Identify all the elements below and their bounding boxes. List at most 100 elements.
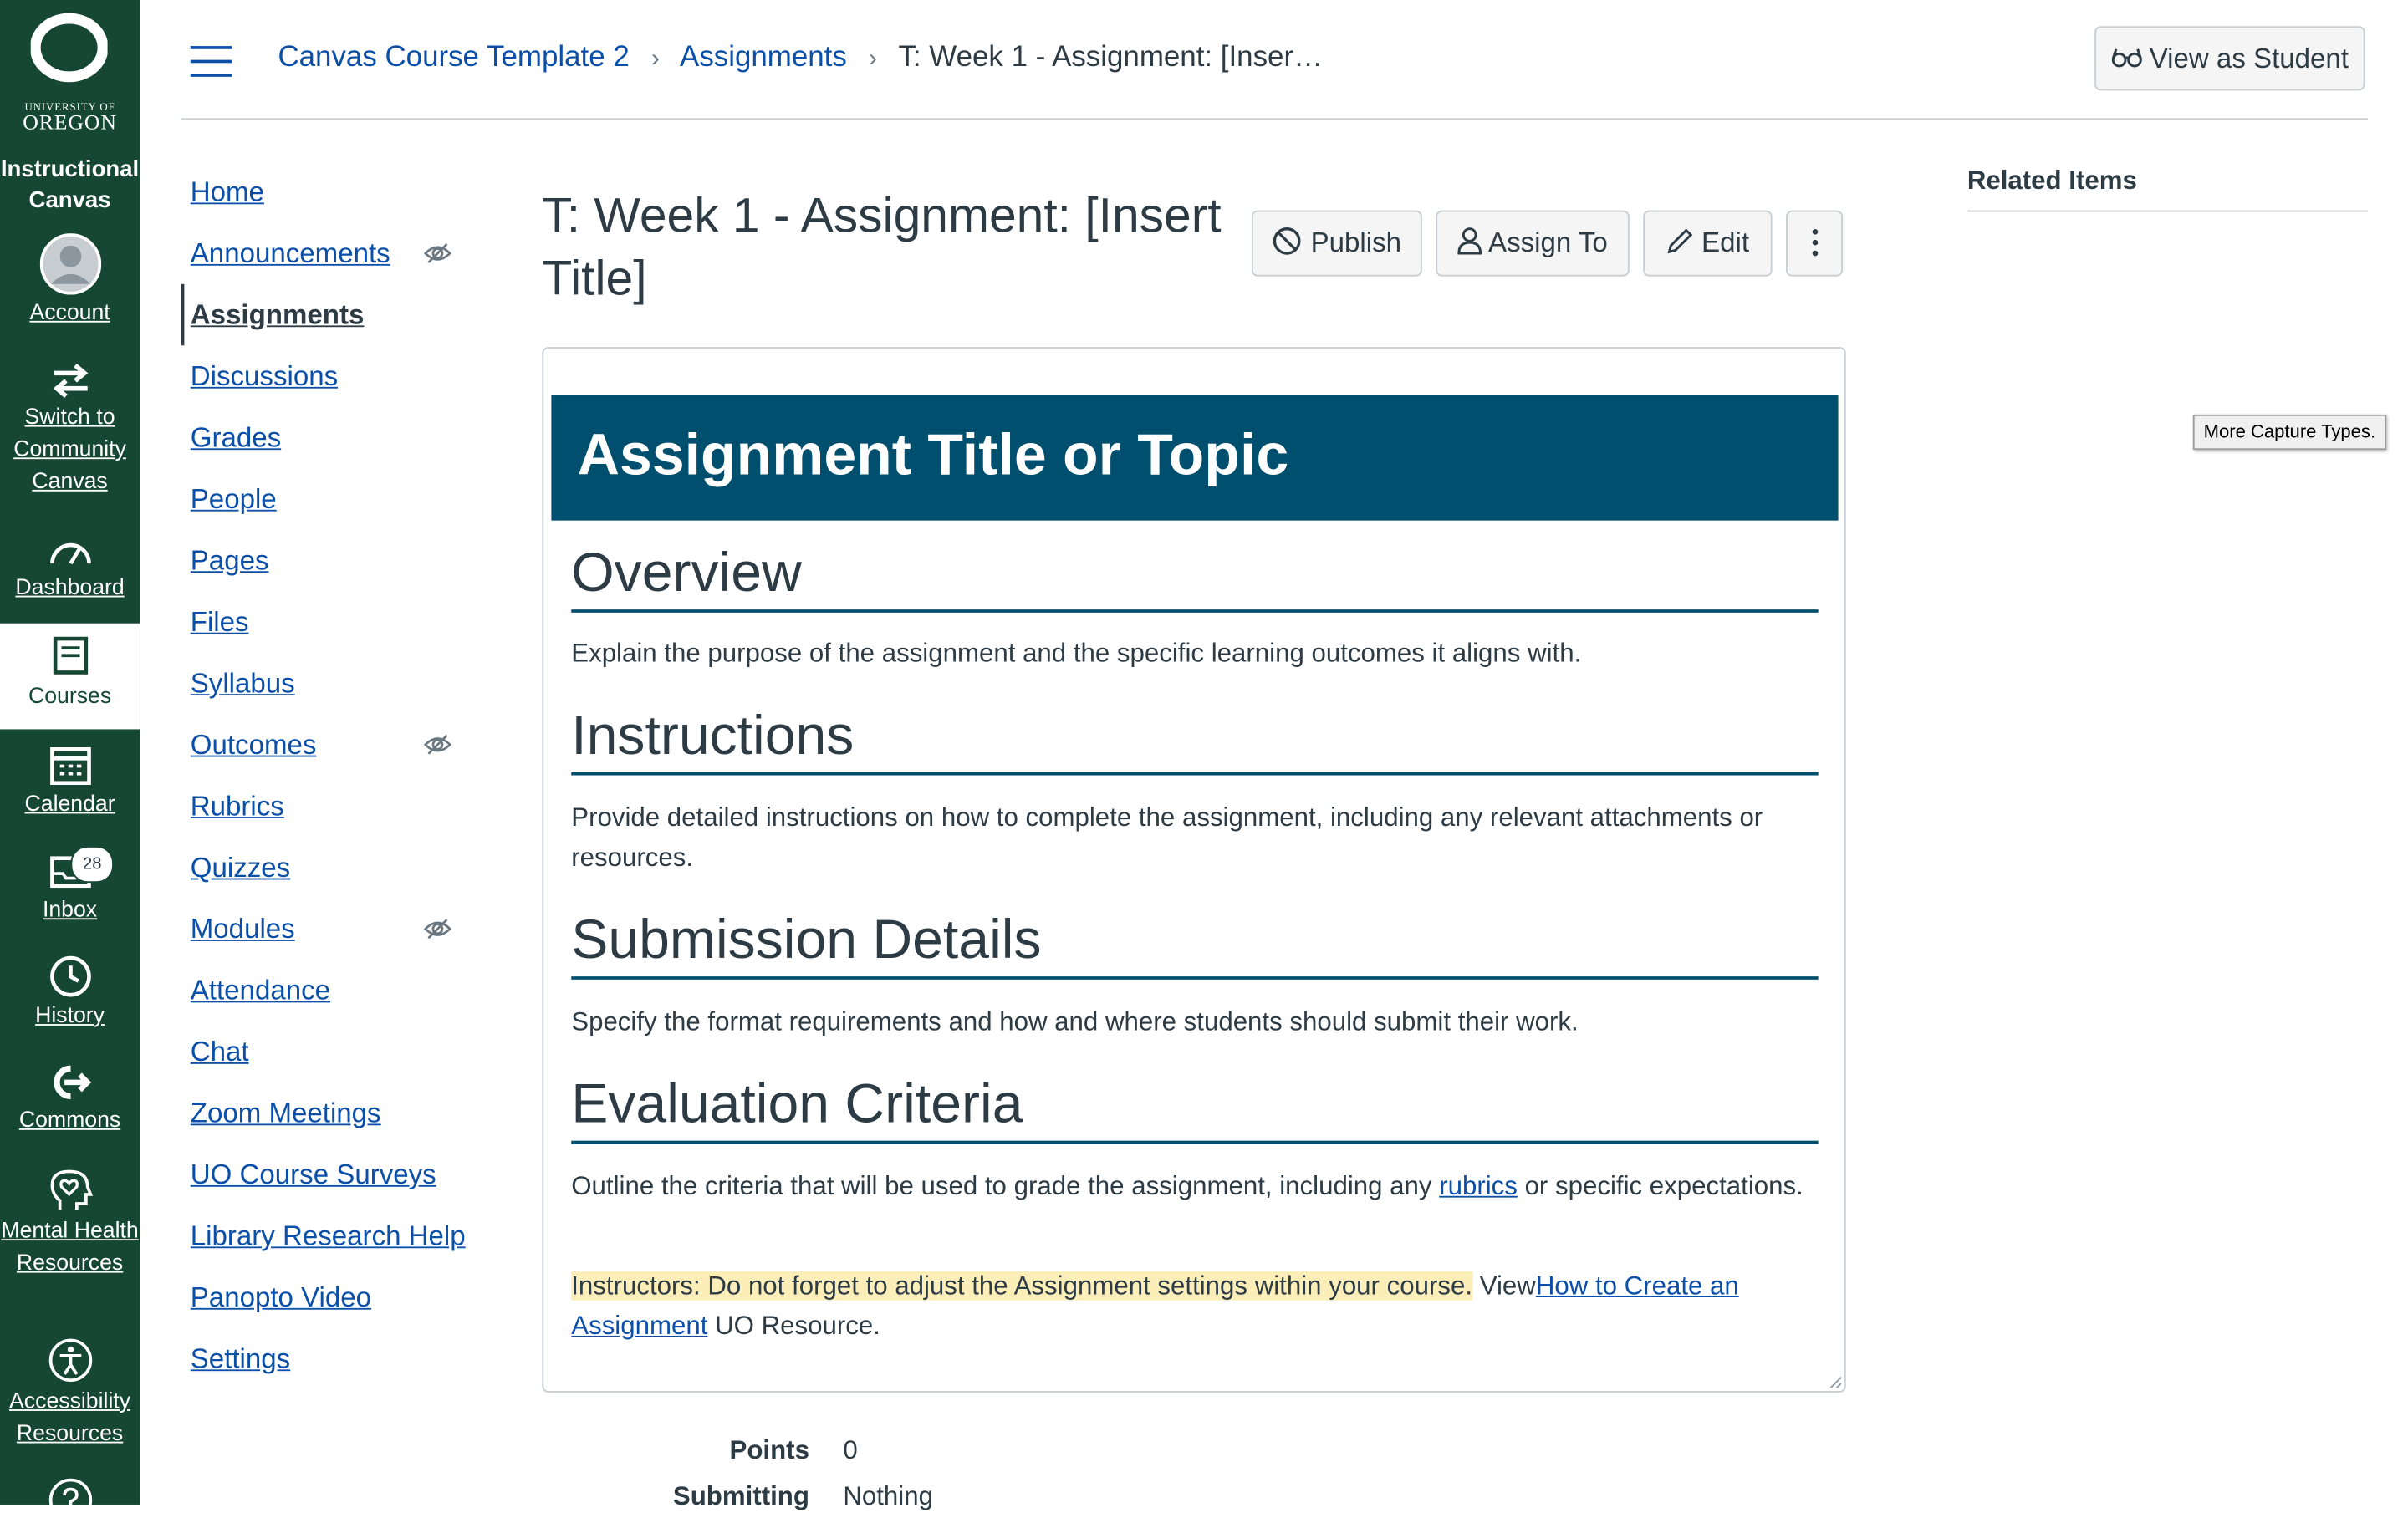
course-nav-link[interactable]: Panopto Video — [191, 1282, 371, 1313]
evaluation-text: Outline the criteria that will be used t… — [571, 1167, 1818, 1207]
evaluation-text-part1: Outline the criteria that will be used t… — [571, 1171, 1440, 1201]
avatar-icon — [38, 233, 101, 295]
course-nav-link[interactable]: Rubrics — [191, 791, 284, 822]
course-nav-item[interactable]: Panopto Video — [181, 1266, 488, 1327]
instructions-text: Provide detailed instructions on how to … — [571, 802, 1763, 873]
course-nav-link[interactable]: Attendance — [191, 975, 330, 1006]
global-nav-courses[interactable]: Courses — [0, 623, 140, 730]
global-nav-label: Calendar — [24, 792, 115, 818]
course-nav-link[interactable]: Pages — [191, 545, 269, 576]
global-nav-label: Dashboard — [15, 575, 125, 601]
course-menu-toggle[interactable] — [190, 46, 232, 77]
pencil-icon — [1667, 228, 1693, 254]
breadcrumb-current: T: Week 1 - Assignment: [Inser… — [898, 41, 1323, 74]
course-nav-item[interactable]: Library Research Help — [181, 1205, 488, 1266]
uo-logo[interactable]: UNIVERSITY OF OREGON — [0, 0, 140, 145]
note-view: View — [1472, 1271, 1536, 1301]
course-nav-link[interactable]: Home — [191, 176, 264, 207]
global-nav-switch[interactable]: Switch to Community Canvas — [0, 362, 140, 498]
inbox-badge: 28 — [70, 846, 114, 884]
course-nav-link[interactable]: Grades — [191, 422, 281, 453]
hidden-eye-icon — [423, 243, 452, 264]
global-nav-inbox[interactable]: 28 Inbox — [0, 846, 140, 928]
view-as-student-button[interactable]: View as Student — [2094, 26, 2365, 91]
overview-heading: Overview — [571, 539, 1819, 613]
course-nav-item[interactable]: Assignments — [181, 283, 488, 346]
course-nav-item[interactable]: Modules — [181, 898, 488, 959]
course-nav-link[interactable]: Zoom Meetings — [191, 1098, 381, 1128]
course-nav-item[interactable]: Home — [181, 161, 488, 222]
course-nav-item[interactable]: Syllabus — [181, 653, 488, 714]
evaluation-text-part2: or specific expectations. — [1517, 1171, 1803, 1201]
publish-button[interactable]: Publish — [1251, 210, 1422, 277]
course-nav-link[interactable]: Library Research Help — [191, 1220, 466, 1251]
course-nav-link[interactable]: Announcements — [191, 238, 390, 269]
assign-to-button[interactable]: Assign To — [1436, 210, 1630, 277]
course-nav-item[interactable]: Grades — [181, 407, 488, 468]
highlighted-note: Instructors: Do not forget to adjust the… — [571, 1271, 1473, 1301]
course-nav-item[interactable]: Chat — [181, 1021, 488, 1082]
resize-handle-icon[interactable] — [1829, 1376, 1842, 1388]
course-nav-item[interactable]: Zoom Meetings — [181, 1082, 488, 1144]
course-nav-link[interactable]: Discussions — [191, 361, 338, 392]
course-nav-item[interactable]: Attendance — [181, 960, 488, 1021]
course-nav-item[interactable]: Quizzes — [181, 837, 488, 898]
glasses-icon — [2111, 48, 2142, 68]
course-nav-item[interactable]: People — [181, 468, 488, 529]
more-options-button[interactable] — [1786, 210, 1844, 277]
course-nav-item[interactable]: Pages — [181, 530, 488, 591]
course-nav-item[interactable]: Discussions — [181, 345, 488, 406]
course-nav-link[interactable]: Modules — [191, 914, 295, 945]
global-nav-label: Account — [29, 300, 110, 326]
course-nav-link[interactable]: Quizzes — [191, 852, 290, 883]
course-nav-link[interactable]: Outcomes — [191, 729, 317, 760]
course-nav-link[interactable]: Assignments — [191, 299, 365, 330]
global-nav-mental-health[interactable]: Mental Health Resources — [0, 1167, 140, 1281]
global-nav-dashboard[interactable]: Dashboard — [0, 532, 140, 604]
course-nav-link[interactable]: Files — [191, 606, 249, 637]
dashboard-gauge-icon — [49, 542, 90, 565]
edit-button[interactable]: Edit — [1643, 210, 1773, 277]
course-nav-link[interactable]: People — [191, 484, 277, 515]
course-nav-item[interactable]: Files — [181, 591, 488, 652]
global-nav-commons[interactable]: Commons — [0, 1062, 140, 1138]
instance-label: Instructional Canvas — [0, 156, 140, 214]
global-nav-history[interactable]: History — [0, 955, 140, 1033]
related-items-heading: Related Items — [1967, 166, 2369, 212]
assignment-banner: Assignment Title or Topic — [551, 395, 1839, 521]
global-nav-label: Accessibility Resources — [9, 1389, 131, 1447]
heart-head-icon — [49, 1169, 93, 1210]
points-label: Points — [729, 1435, 809, 1465]
course-nav-item[interactable]: UO Course Surveys — [181, 1144, 488, 1205]
course-nav-link[interactable]: Chat — [191, 1037, 249, 1067]
global-nav-accessibility[interactable]: Accessibility Resources — [0, 1337, 140, 1451]
global-nav-label: Switch to Community Canvas — [13, 405, 126, 495]
evaluation-heading: Evaluation Criteria — [571, 1070, 1819, 1144]
o-logo-icon — [30, 13, 108, 83]
rubrics-link[interactable]: rubrics — [1439, 1171, 1518, 1200]
note-tail: UO Resource. — [707, 1311, 880, 1341]
chevron-right-icon: › — [869, 46, 877, 73]
global-nav-label: Inbox — [42, 898, 98, 923]
edit-label: Edit — [1701, 227, 1750, 258]
course-nav-link[interactable]: UO Course Surveys — [191, 1159, 436, 1190]
global-nav-label: History — [35, 1004, 105, 1029]
course-nav-item[interactable]: Rubrics — [181, 776, 488, 837]
global-nav-account[interactable]: Account — [0, 233, 140, 330]
course-nav-link[interactable]: Settings — [191, 1343, 290, 1374]
course-nav-item[interactable]: Announcements — [181, 222, 488, 283]
kebab-menu-icon — [1811, 229, 1818, 257]
course-nav-item[interactable]: Outcomes — [181, 714, 488, 775]
submitting-value: Nothing — [843, 1481, 933, 1511]
header-divider — [181, 118, 2369, 120]
global-nav-calendar[interactable]: Calendar — [0, 743, 140, 822]
user-icon — [1457, 227, 1482, 255]
course-nav-item[interactable]: Settings — [181, 1328, 488, 1389]
breadcrumb-course[interactable]: Canvas Course Template 2 — [278, 42, 629, 74]
help-icon[interactable] — [48, 1477, 94, 1523]
breadcrumb: Canvas Course Template 2 › Assignments ›… — [278, 42, 1323, 75]
breadcrumb-assignments[interactable]: Assignments — [680, 42, 847, 74]
course-nav-link[interactable]: Syllabus — [191, 668, 295, 699]
unpublished-icon — [1273, 227, 1302, 255]
hidden-eye-icon — [423, 734, 452, 755]
